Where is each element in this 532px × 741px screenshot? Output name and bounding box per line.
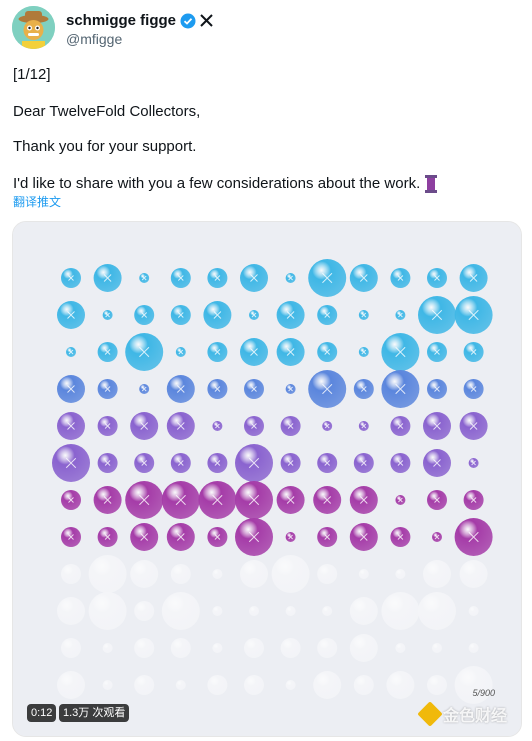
sphere xyxy=(212,643,223,653)
video-duration: 0:12 xyxy=(27,704,57,722)
translate-link[interactable]: 翻译推文 xyxy=(13,193,61,210)
tweet-text-line: I'd like to share with you a few conside… xyxy=(13,175,438,194)
sphere xyxy=(207,675,228,695)
tweet-header: schmigge figge @mfigge xyxy=(12,6,520,50)
sphere xyxy=(175,680,186,690)
sphere xyxy=(432,643,442,653)
sphere xyxy=(322,606,333,616)
x-logo-icon xyxy=(200,14,213,27)
watermark-text: 金色财经 xyxy=(442,708,507,725)
sphere xyxy=(161,592,200,630)
sphere xyxy=(102,680,113,690)
avatar[interactable] xyxy=(12,6,55,49)
watermark: 金色财经 xyxy=(417,701,507,727)
sphere xyxy=(244,675,264,695)
tweet-text-content: I'd like to share with you a few conside… xyxy=(13,175,421,192)
sphere xyxy=(170,564,191,584)
sphere xyxy=(134,638,155,658)
sphere xyxy=(170,638,191,658)
sphere xyxy=(418,592,456,630)
thread-spool-icon xyxy=(425,175,438,194)
sphere xyxy=(349,634,378,662)
sphere xyxy=(468,643,479,653)
sphere xyxy=(88,592,127,630)
sphere xyxy=(313,671,342,699)
sphere xyxy=(423,560,451,588)
sphere xyxy=(61,564,81,584)
sphere xyxy=(353,675,374,695)
sphere xyxy=(240,560,268,588)
sphere xyxy=(244,638,264,658)
sphere xyxy=(285,606,296,616)
sphere xyxy=(395,569,406,579)
sphere xyxy=(88,555,127,593)
sphere xyxy=(468,606,479,616)
sphere xyxy=(280,638,301,658)
sphere xyxy=(61,638,81,658)
sphere xyxy=(285,680,296,690)
sphere xyxy=(130,560,159,588)
sphere-artwork xyxy=(13,222,521,736)
verified-badge-icon xyxy=(180,13,196,28)
sphere xyxy=(134,601,155,621)
tweet-text-line: Thank you for your support. xyxy=(13,138,197,155)
sphere xyxy=(57,671,85,699)
tweet-text-line: [1/12] xyxy=(13,66,51,83)
sphere xyxy=(212,606,223,616)
video-player[interactable]: 0:12 1.3万 次观看 金色财经 5/900 xyxy=(12,221,522,737)
sphere xyxy=(459,560,488,588)
sphere xyxy=(102,643,113,653)
sphere xyxy=(349,597,378,625)
sphere xyxy=(134,675,155,695)
sphere xyxy=(212,569,223,579)
sphere xyxy=(358,569,369,579)
view-count: 1.3万 次观看 xyxy=(59,704,130,722)
sphere xyxy=(271,555,310,593)
sphere xyxy=(454,666,493,704)
sphere xyxy=(317,638,338,658)
sphere xyxy=(395,643,406,653)
sphere xyxy=(381,592,420,630)
sphere xyxy=(317,564,338,584)
sphere xyxy=(57,597,85,625)
sphere xyxy=(249,606,259,616)
artist-signature: 5/900 xyxy=(472,688,495,698)
sphere xyxy=(386,671,415,699)
watermark-logo-icon xyxy=(417,701,443,727)
tweet-text-line: Dear TwelveFold Collectors, xyxy=(13,103,201,120)
sphere xyxy=(427,675,447,695)
author-name[interactable]: schmigge figge xyxy=(66,12,176,29)
author-handle[interactable]: @mfigge xyxy=(66,31,122,47)
